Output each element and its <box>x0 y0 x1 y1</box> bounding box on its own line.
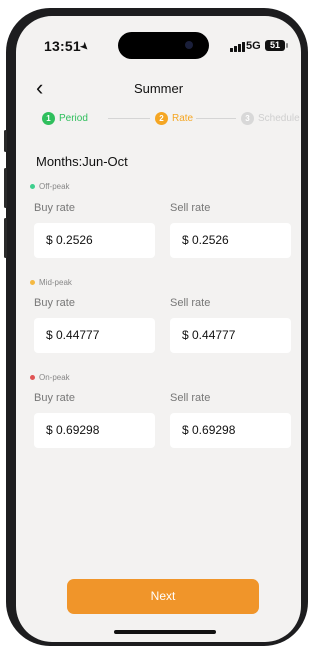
volume-down-button <box>4 218 7 258</box>
step-schedule: 3 Schedule <box>241 112 300 125</box>
on-peak-sell-input[interactable]: $ 0.69298 <box>170 413 291 448</box>
step-connector <box>108 118 150 119</box>
off-peak-dot <box>30 184 35 189</box>
mid-peak-sell-input[interactable]: $ 0.44777 <box>170 318 291 353</box>
off-peak-sell-input[interactable]: $ 0.2526 <box>170 223 291 258</box>
step-number: 3 <box>241 112 254 125</box>
signal-icon <box>230 42 245 52</box>
mid-peak-buy-label: Buy rate <box>34 297 75 309</box>
on-peak-buy-label: Buy rate <box>34 392 75 404</box>
status-bar: 13:51 ➤ 5G 51 <box>16 16 301 60</box>
step-label: Schedule <box>258 113 300 124</box>
step-label: Rate <box>172 113 194 124</box>
on-peak-label: On-peak <box>30 373 70 382</box>
status-time: 13:51 <box>44 38 81 54</box>
on-peak-sell-label: Sell rate <box>170 392 211 404</box>
mid-peak-sell-label: Sell rate <box>170 297 211 309</box>
camera-dot <box>185 41 193 49</box>
network-label: 5G <box>246 40 261 52</box>
step-label: Period <box>59 113 88 124</box>
step-period: 1 Period <box>42 112 88 125</box>
section-title: Mid-peak <box>39 278 72 287</box>
section-title: On-peak <box>39 373 70 382</box>
off-peak-label: Off-peak <box>30 182 70 191</box>
off-peak-buy-label: Buy rate <box>34 202 75 214</box>
off-peak-sell-label: Sell rate <box>170 202 211 214</box>
mid-peak-buy-input[interactable]: $ 0.44777 <box>34 318 155 353</box>
step-connector <box>196 118 236 119</box>
next-button[interactable]: Next <box>67 579 259 614</box>
app-screen: 13:51 ➤ 5G 51 ‹ Summer 1 Period 2 Rate 3… <box>16 16 301 642</box>
step-rate: 2 Rate <box>155 112 193 125</box>
on-peak-buy-input[interactable]: $ 0.69298 <box>34 413 155 448</box>
home-indicator <box>114 630 216 634</box>
months-label: Months:Jun-Oct <box>36 154 128 169</box>
volume-up-button <box>4 168 7 208</box>
progress-stepper: 1 Period 2 Rate 3 Schedule <box>42 112 300 132</box>
dynamic-island <box>118 32 209 59</box>
battery-icon: 51 <box>265 40 288 51</box>
step-number: 2 <box>155 112 168 125</box>
on-peak-dot <box>30 375 35 380</box>
off-peak-buy-input[interactable]: $ 0.2526 <box>34 223 155 258</box>
page-title: Summer <box>133 81 184 96</box>
step-number: 1 <box>42 112 55 125</box>
mid-peak-dot <box>30 280 35 285</box>
section-title: Off-peak <box>39 182 70 191</box>
silent-switch <box>4 130 7 152</box>
mid-peak-label: Mid-peak <box>30 278 72 287</box>
